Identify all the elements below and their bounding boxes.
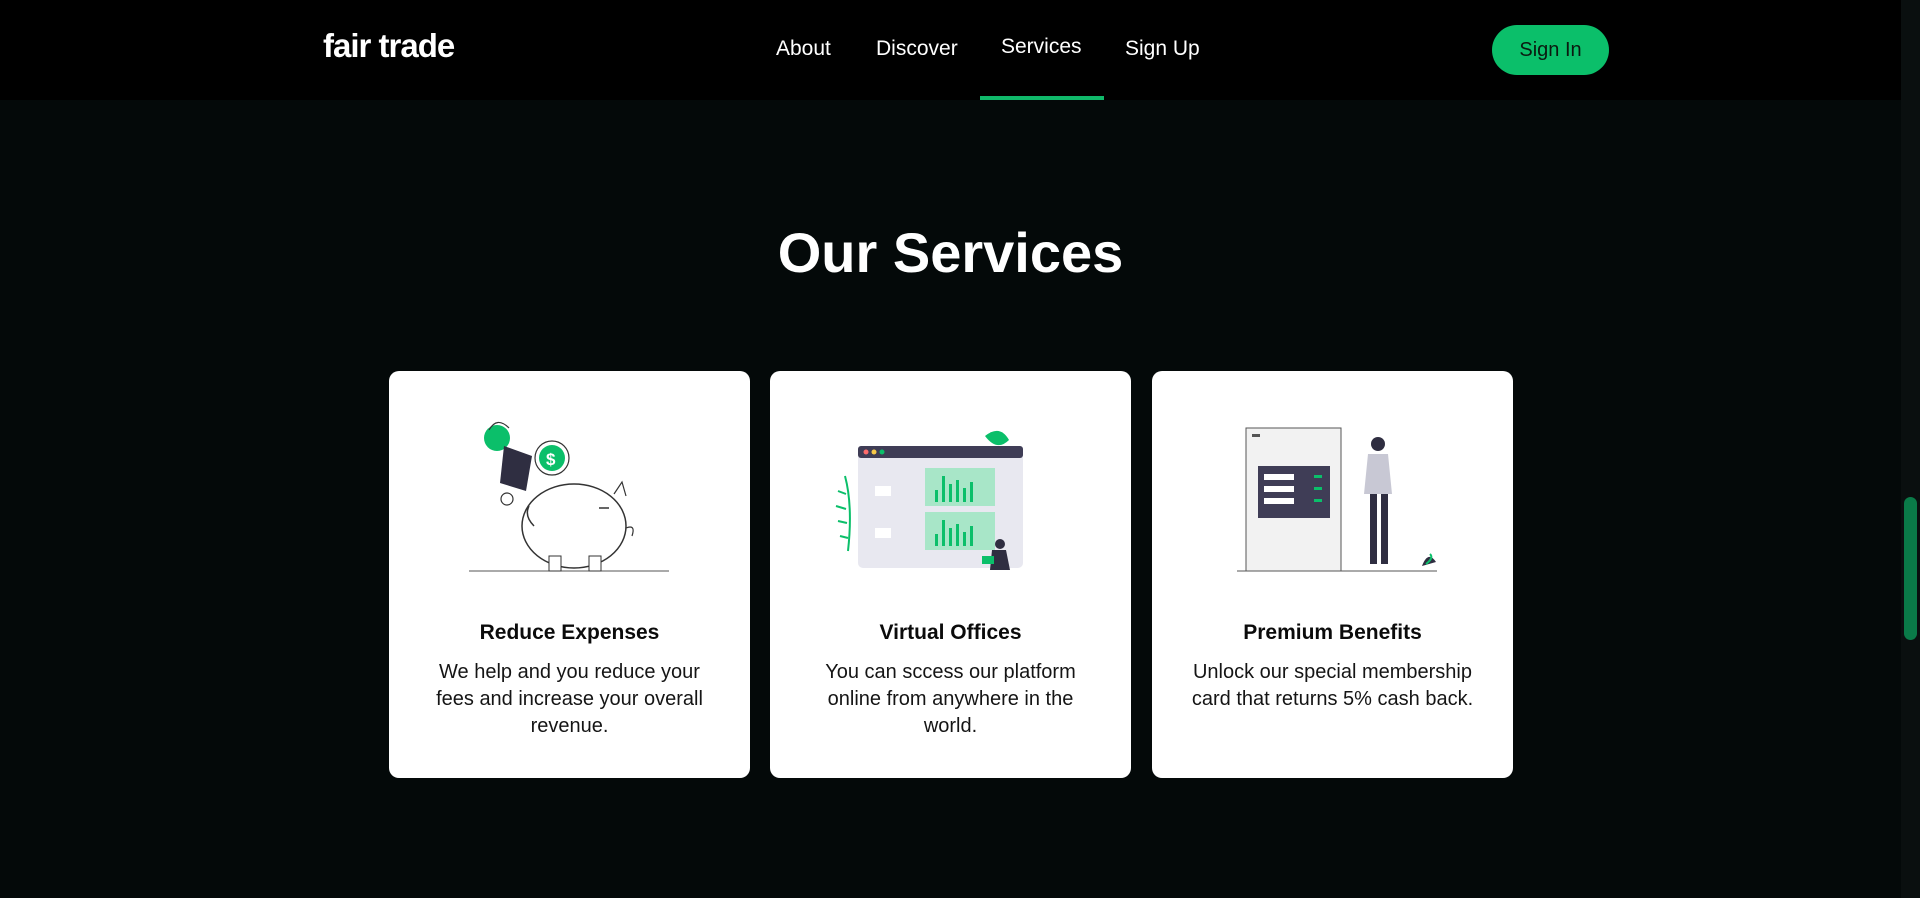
nav-link-discover[interactable]: Discover	[876, 37, 958, 61]
card-title: Premium Benefits	[1243, 621, 1422, 644]
nav-link-services[interactable]: Services	[1001, 35, 1082, 59]
membership-card-illustration	[1237, 427, 1437, 572]
svg-text:$: $	[546, 450, 556, 469]
card-description: You can sccess our platform online from …	[825, 661, 1076, 737]
piggy-bank-illustration: $	[469, 421, 669, 572]
virtual-office-illustration	[835, 430, 1023, 570]
scrollbar-thumb[interactable]	[1904, 497, 1917, 640]
nav-link-sign-up[interactable]: Sign Up	[1125, 37, 1200, 61]
service-card-premium-benefits: Premium Benefits Unlock our special memb…	[1152, 371, 1513, 778]
nav-link-about[interactable]: About	[776, 37, 831, 61]
card-description: We help and you reduce your fees and inc…	[436, 661, 703, 737]
service-card-virtual-offices: Virtual Offices You can sccess our platf…	[770, 371, 1131, 778]
sign-in-button[interactable]: Sign In	[1492, 25, 1609, 75]
logo[interactable]: fair trade	[323, 27, 455, 65]
navbar: fair trade About Discover Services Sign …	[0, 0, 1901, 100]
page-scrollbar[interactable]	[1901, 0, 1920, 898]
section-title: Our Services	[777, 221, 1124, 284]
card-description: Unlock our special membership card that …	[1191, 661, 1474, 710]
active-nav-indicator	[980, 96, 1104, 100]
service-card-reduce-expenses: $ Reduce Expenses We help and you reduce…	[389, 371, 750, 778]
card-title: Virtual Offices	[879, 621, 1022, 644]
card-title: Reduce Expenses	[479, 621, 660, 644]
